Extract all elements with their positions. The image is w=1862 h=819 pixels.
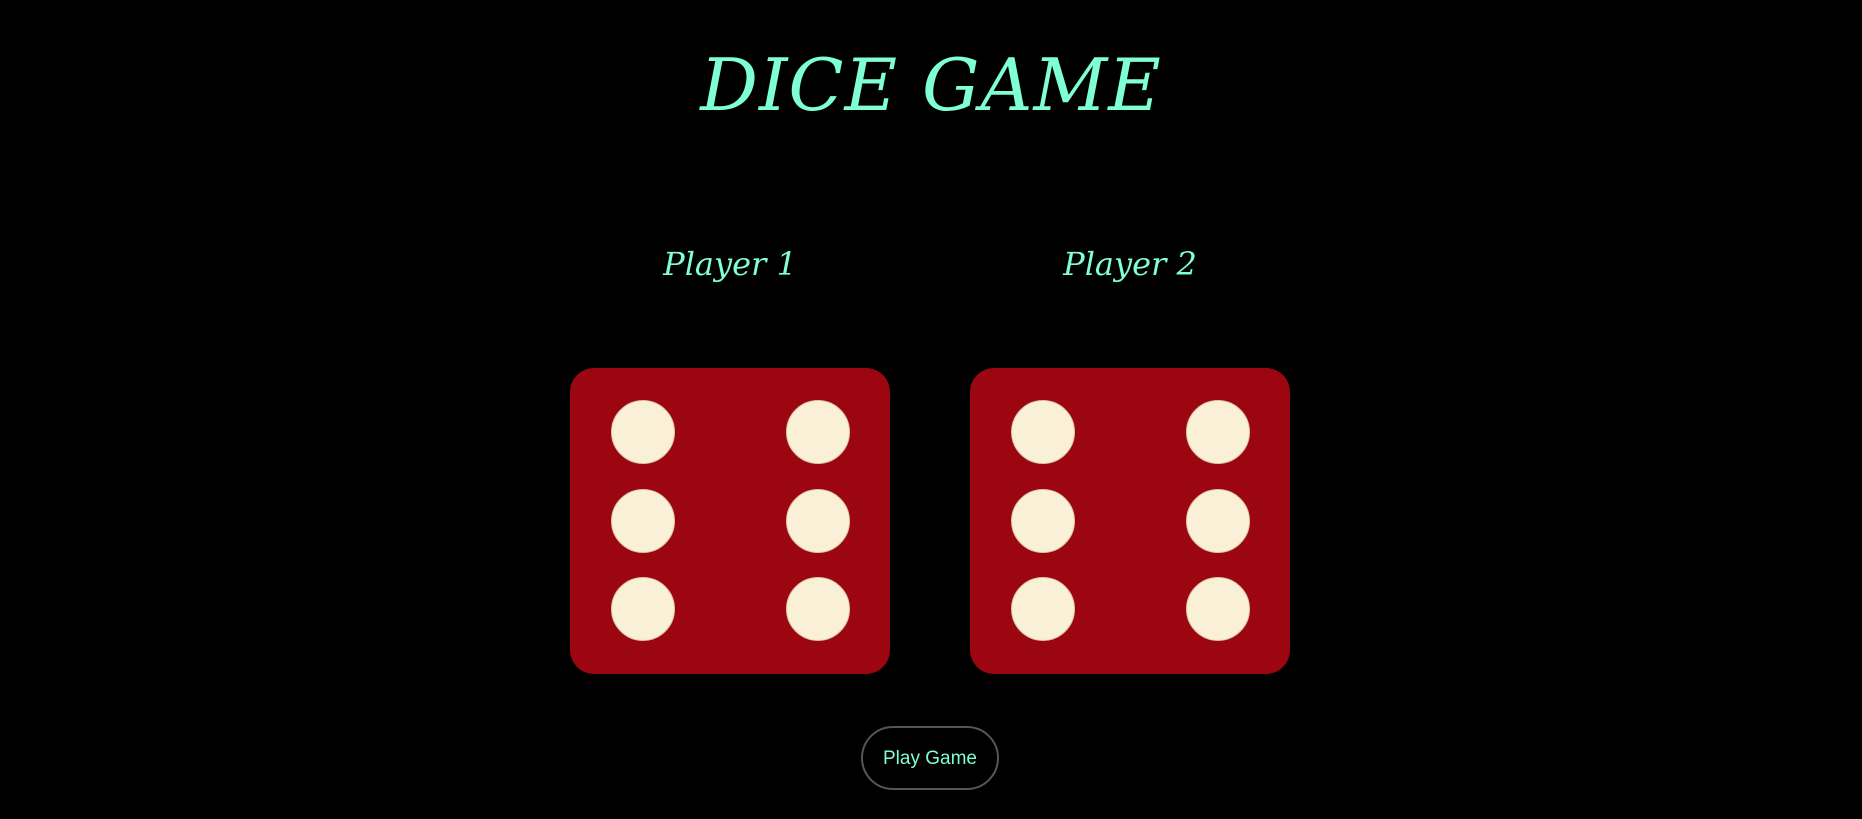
- player-2-label: Player 2: [1063, 245, 1197, 283]
- die-pip: [786, 400, 850, 464]
- die-pip: [1186, 400, 1250, 464]
- die-pip: [611, 577, 675, 641]
- die-pip: [1011, 577, 1075, 641]
- die-pip: [1186, 577, 1250, 641]
- die-pip: [786, 577, 850, 641]
- die-pip: [1186, 489, 1250, 553]
- player-2-die: [970, 368, 1290, 674]
- die-pip: [1011, 489, 1075, 553]
- player-1-label: Player 1: [663, 245, 797, 283]
- die-pip: [1011, 400, 1075, 464]
- player-1-die: [570, 368, 890, 674]
- die-pip: [786, 489, 850, 553]
- die-pip: [611, 489, 675, 553]
- play-game-button[interactable]: Play Game: [861, 726, 999, 790]
- game-title: DICE GAME: [700, 43, 1162, 127]
- die-pip: [611, 400, 675, 464]
